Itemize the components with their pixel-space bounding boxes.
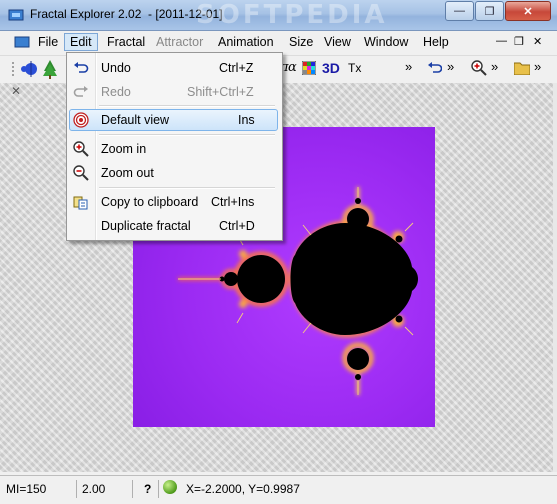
title-bar[interactable]: Fractal Explorer 2.02 - [2011-12-01] SOF… [0,0,557,31]
status-coordinates: X=-2.2000, Y=0.9987 [186,482,300,496]
menu-item-zoom-in[interactable]: Zoom in [69,138,278,160]
fractal-bug-icon[interactable] [20,59,40,79]
target-icon [73,112,89,128]
alpha-button[interactable]: α [288,60,297,75]
menu-item-label: Zoom in [101,142,147,156]
menu-bar: File Edit Fractal Attractor Animation Si… [0,31,557,53]
menu-fractal[interactable]: Fractal [102,34,150,50]
menu-item-default-view[interactable]: Default view Ins [69,109,278,131]
window-title: Fractal Explorer 2.02 - [2011-12-01] [30,7,223,21]
menu-view[interactable]: View [319,34,356,50]
menu-item-label: Zoom out [101,166,154,180]
restore-icon: ❐ [484,5,495,18]
undo-icon [74,62,89,73]
minimize-button[interactable]: — [445,1,474,21]
tx-button[interactable]: Tx [348,61,361,75]
menu-item-shortcut: Ctrl+D [219,219,255,233]
menu-item-label: Duplicate fractal [101,219,191,233]
redo-icon [73,86,88,97]
menu-attractor[interactable]: Attractor [151,34,208,50]
copy-icon [73,196,88,210]
zoom-in-icon[interactable] [471,60,487,76]
menu-item-shortcut: Shift+Ctrl+Z [187,85,254,99]
close-button[interactable]: ✕ [505,1,551,21]
menu-item-label: Default view [101,113,170,127]
menu-window[interactable]: Window [359,34,413,50]
folder-icon[interactable] [514,61,530,75]
mdi-restore-button[interactable]: ❐ [514,35,524,48]
menu-item-redo[interactable]: Redo Shift+Ctrl+Z [69,81,278,103]
watermark: SOFTPEDIA [196,0,388,30]
3d-button[interactable]: 3D [322,60,340,76]
status-indicator-icon [163,480,177,494]
grid-icon[interactable] [302,61,316,75]
tree-icon[interactable] [42,59,58,79]
menu-item-label: Copy to clipboard [101,195,199,209]
zoom-in-icon [73,141,89,157]
vertical-scrollbar[interactable] [553,83,557,472]
zoom-out-icon [73,165,89,181]
menu-item-label: Redo [101,85,131,99]
status-iterations: MI=150 [6,480,77,498]
close-icon: ✕ [523,5,533,18]
status-help[interactable]: ? [144,480,159,498]
menu-item-copy-to-clipboard[interactable]: Copy to clipboard Ctrl+Ins [69,191,278,213]
menu-size[interactable]: Size [284,34,318,50]
menu-item-shortcut: Ctrl+Ins [211,195,255,209]
overflow-chevron-icon-4[interactable]: » [534,59,541,74]
minimize-icon: — [454,5,465,17]
menu-item-label: Undo [101,61,131,75]
menu-separator [99,105,275,107]
app-window: Fractal Explorer 2.02 - [2011-12-01] SOF… [0,0,557,504]
menu-file[interactable]: File [33,34,63,50]
overflow-chevron-icon-3[interactable]: » [491,59,498,74]
edit-dropdown-menu: Undo Ctrl+Z Redo Shift+Ctrl+Z Default vi… [66,52,283,241]
toolbar-grip[interactable] [10,60,20,78]
menu-item-shortcut: Ctrl+Z [219,61,254,75]
menu-separator [99,134,275,136]
menu-item-shortcut: Ins [238,113,255,127]
document-icon[interactable] [14,34,30,50]
window-controls: — ❐ ✕ [444,1,551,21]
mdi-close-button[interactable]: ✕ [533,35,542,48]
menu-edit[interactable]: Edit [64,33,98,51]
status-bar: MI=150 2.00 ? X=-2.2000, Y=0.9987 [0,475,557,504]
menu-animation[interactable]: Animation [213,34,279,50]
undo-arrow-icon[interactable] [428,62,442,74]
menu-help[interactable]: Help [418,34,454,50]
overflow-chevron-icon-2[interactable]: » [447,59,454,74]
app-icon [8,9,24,21]
child-close-icon[interactable]: ✕ [11,84,21,98]
status-zoom: 2.00 [82,480,133,498]
mdi-minimize-button[interactable]: — [496,35,507,47]
menu-item-undo[interactable]: Undo Ctrl+Z [69,57,278,79]
restore-button[interactable]: ❐ [475,1,504,21]
overflow-chevron-icon[interactable]: » [405,59,412,74]
menu-separator [99,187,275,189]
menu-item-zoom-out[interactable]: Zoom out [69,162,278,184]
menu-item-duplicate-fractal[interactable]: Duplicate fractal Ctrl+D [69,215,278,237]
